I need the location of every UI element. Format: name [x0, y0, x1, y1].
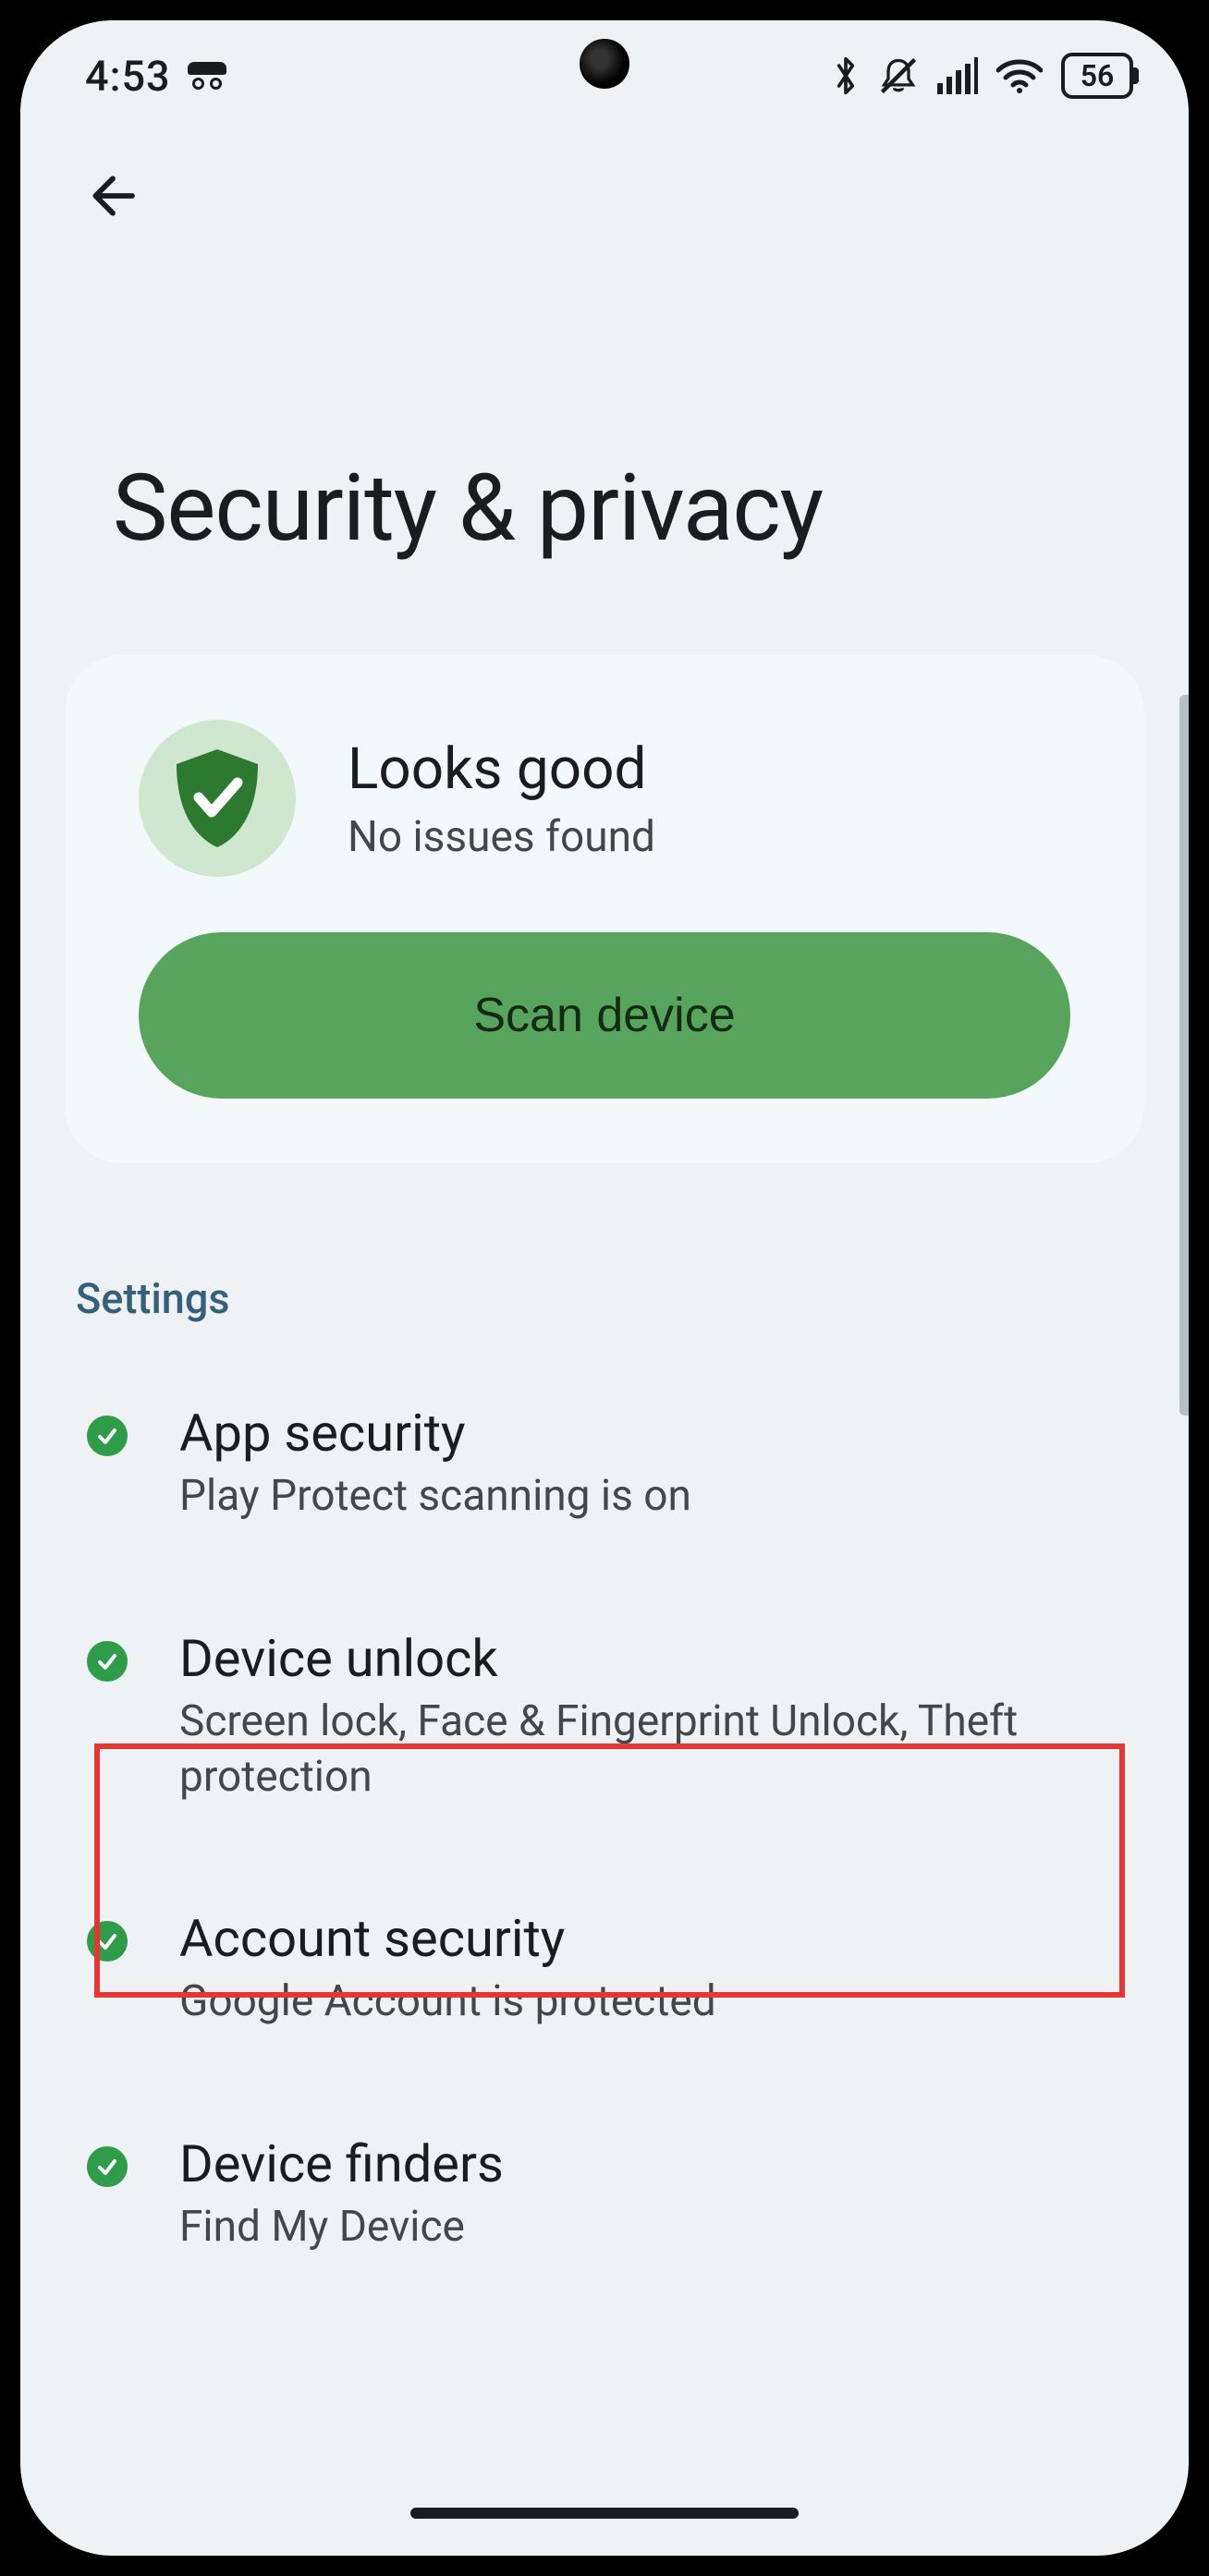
status-left: 4:53	[85, 52, 226, 101]
list-item-title: Account security	[179, 1908, 1122, 1969]
vibrate-silent-icon	[878, 55, 919, 96]
wifi-icon	[996, 57, 1043, 94]
list-item-subtitle: Google Account is protected	[179, 1975, 1122, 2030]
list-item-device-unlock[interactable]: Device unlock Screen lock, Face & Finger…	[20, 1576, 1189, 1857]
list-item-text: Device finders Find My Device	[179, 2133, 1122, 2255]
list-item-title: App security	[179, 1403, 1122, 1464]
list-item-device-finders[interactable]: Device finders Find My Device	[20, 2082, 1189, 2307]
list-item-title: Device unlock	[179, 1628, 1122, 1689]
check-icon	[95, 1649, 119, 1673]
scroll-indicator[interactable]	[1179, 695, 1189, 1416]
status-right: 56	[832, 53, 1133, 99]
screen: 4:53	[20, 20, 1189, 2556]
settings-list: App security Play Protect scanning is on…	[20, 1351, 1189, 2418]
status-subtitle: No issues found	[348, 812, 655, 862]
list-item-subtitle: Screen lock, Face & Fingerprint Unlock, …	[179, 1695, 1122, 1805]
clock: 4:53	[85, 52, 171, 101]
list-item-text: Account security Google Account is prote…	[179, 1908, 1122, 2030]
page-title: Security & privacy	[76, 233, 1133, 655]
gesture-bar[interactable]	[410, 2508, 799, 2519]
status-ok-icon	[87, 1416, 128, 1456]
battery-indicator: 56	[1061, 53, 1133, 99]
arrow-left-icon	[87, 170, 139, 222]
status-ok-icon	[87, 1921, 128, 1962]
list-item-subtitle: Find My Device	[179, 2200, 1122, 2255]
check-icon	[95, 2155, 119, 2179]
cellular-signal-icon	[937, 57, 978, 94]
list-item-subtitle: Play Protect scanning is on	[179, 1469, 1122, 1525]
check-icon	[95, 1929, 119, 1953]
front-camera	[580, 39, 629, 89]
status-ok-icon	[87, 2146, 128, 2187]
status-summary: Looks good No issues found	[139, 720, 1070, 877]
app-header: Security & privacy	[20, 131, 1189, 655]
status-text: Looks good No issues found	[348, 735, 655, 862]
section-label-settings: Settings	[20, 1163, 1189, 1351]
status-ok-icon	[87, 1641, 128, 1682]
incognito-icon	[188, 62, 226, 90]
list-item-account-security[interactable]: Account security Google Account is prote…	[20, 1856, 1189, 2082]
list-item-title: Device finders	[179, 2133, 1122, 2194]
security-status-card: Looks good No issues found Scan device	[65, 655, 1144, 1163]
phone-frame: 4:53	[0, 0, 1209, 2576]
shield-badge	[139, 720, 296, 877]
scan-device-button[interactable]: Scan device	[139, 932, 1070, 1099]
shield-check-icon	[171, 747, 263, 849]
list-item-app-security[interactable]: App security Play Protect scanning is on	[20, 1351, 1189, 1576]
bluetooth-icon	[832, 55, 860, 96]
back-button[interactable]	[76, 159, 150, 233]
check-icon	[95, 1424, 119, 1448]
battery-level: 56	[1081, 58, 1115, 93]
list-item-text: Device unlock Screen lock, Face & Finger…	[179, 1628, 1122, 1805]
list-item-text: App security Play Protect scanning is on	[179, 1403, 1122, 1525]
status-title: Looks good	[348, 735, 655, 803]
